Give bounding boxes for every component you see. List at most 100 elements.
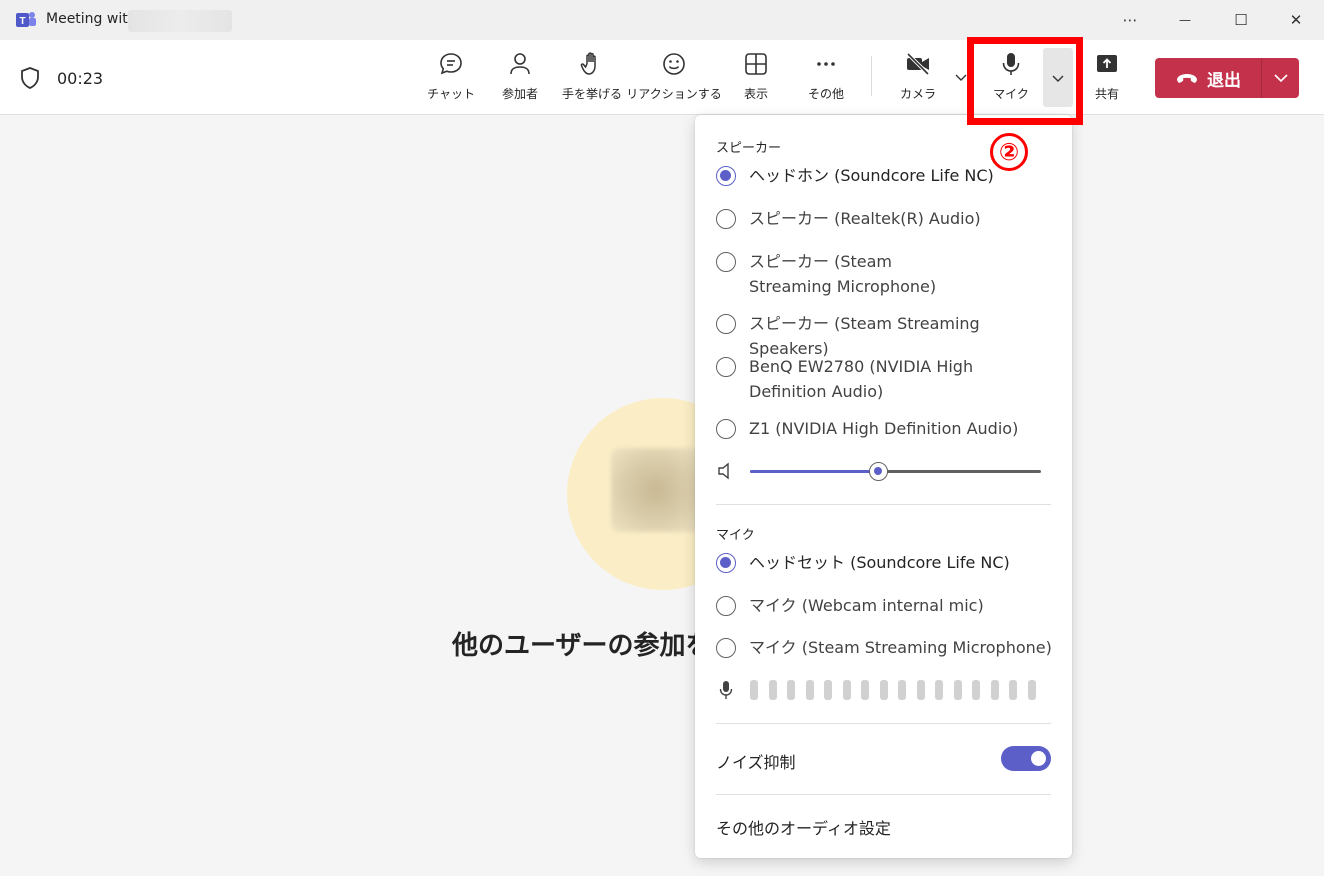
meter-bar [879,680,888,700]
radio-icon [716,638,736,658]
meter-bar [935,680,943,700]
mic-highlight-annotation [967,37,1083,125]
close-button[interactable]: ✕ [1273,0,1319,40]
more-options-button[interactable]: ⋯ [1107,0,1153,40]
meter-bar [750,680,758,700]
chat-icon [440,53,462,75]
mic-option-label: マイク (Steam Streaming Microphone) [749,638,1052,657]
window-title: Meeting with [46,11,137,27]
mic-option[interactable]: マイク (Steam Streaming Microphone) [716,638,1056,660]
chevron-down-icon [1273,74,1288,83]
share-button[interactable]: 共有 [1086,50,1128,110]
device-settings-panel: スピーカー ヘッドホン (Soundcore Life NC) スピーカー (R… [695,115,1072,858]
speaker-option-label: Z1 (NVIDIA High Definition Audio) [749,419,1019,438]
call-timer: 00:23 [57,69,104,88]
svg-text:T: T [19,16,25,27]
more-button[interactable]: その他 [805,50,847,110]
radio-icon [716,209,736,229]
meter-bar [768,680,777,700]
radio-icon [716,314,736,334]
radio-selected-icon [716,553,736,573]
speaker-volume-icon [718,462,729,480]
camera-off-icon [906,52,930,76]
close-icon: ✕ [1289,11,1303,29]
raise-hand-label: 手を挙げる [561,87,622,101]
hang-up-icon [1177,74,1197,83]
meeting-toolbar: 00:23 チャット 参加者 手を挙げる リアクションする 表示 その他 カメラ… [0,40,1324,115]
share-label: 共有 [1094,87,1119,101]
radio-icon [716,419,736,439]
noise-suppression-toggle[interactable] [1001,746,1051,771]
raise-hand-button[interactable]: 手を挙げる [561,50,623,110]
meter-bar [953,680,962,700]
reactions-button[interactable]: リアクションする [626,50,722,110]
speaker-option[interactable]: スピーカー (Steam Streaming Microphone) [716,252,976,299]
minimize-button[interactable]: — [1162,0,1208,40]
mic-option-label: ヘッドセット (Soundcore Life NC) [749,553,1010,572]
leave-button-group: 退出 [1155,58,1299,98]
mic-section-title: マイク [716,528,755,543]
waiting-message: 他のユーザーの参加を [452,631,712,661]
meter-bar [1027,680,1036,700]
teams-logo-icon: T [16,12,36,27]
speaker-option[interactable]: BenQ EW2780 (NVIDIA High Definition Audi… [716,357,986,404]
hand-icon [580,52,596,75]
share-screen-icon [1097,55,1117,72]
participants-button[interactable]: 参加者 [499,50,541,110]
minimize-icon: — [1179,13,1191,27]
meter-bar [842,680,851,700]
leave-options-button[interactable] [1262,69,1299,87]
shield-icon [21,67,39,89]
meter-bar [916,680,925,700]
speaker-volume-slider[interactable] [750,462,1041,481]
view-button[interactable]: 表示 [735,50,777,110]
camera-label: カメラ [899,87,936,101]
title-bar: T Meeting with ⋯ — ☐ ✕ [0,0,1324,40]
radio-icon [716,357,736,377]
ellipsis-icon [817,62,835,66]
camera-button[interactable]: カメラ [897,50,939,110]
section-divider [716,504,1051,505]
chat-button[interactable]: チャット [427,50,475,110]
view-label: 表示 [743,87,768,101]
maximize-icon: ☐ [1234,11,1248,29]
smiley-icon [663,53,685,75]
meter-bar [787,680,795,700]
meter-bar [1009,680,1017,700]
slider-fill [750,470,879,473]
more-label: その他 [807,87,844,101]
speaker-option-label: スピーカー (Steam Streaming Microphone) [749,252,937,296]
section-divider [716,723,1051,724]
mic-option[interactable]: ヘッドセット (Soundcore Life NC) [716,553,1056,575]
grid-view-icon [745,53,767,75]
toolbar-separator [871,56,872,96]
person-icon [510,53,530,75]
more-audio-settings-link[interactable]: その他のオーディオ設定 [716,815,891,839]
participants-label: 参加者 [501,87,538,101]
section-divider [716,794,1051,795]
chat-label: チャット [427,87,475,101]
speaker-option[interactable]: スピーカー (Realtek(R) Audio) [716,209,1056,231]
reactions-label: リアクションする [626,87,722,101]
slider-thumb[interactable] [869,462,889,481]
meter-bar [824,680,832,700]
maximize-button[interactable]: ☐ [1218,0,1264,40]
leave-button[interactable]: 退出 [1155,58,1261,98]
mic-level-meter [750,680,1036,700]
speaker-option-label: BenQ EW2780 (NVIDIA High Definition Audi… [749,357,974,401]
meter-bar [861,680,869,700]
microphone-level-icon [719,681,733,699]
mic-option[interactable]: マイク (Webcam internal mic) [716,596,1056,618]
speaker-option-label: スピーカー (Realtek(R) Audio) [749,209,981,228]
avatar [611,448,701,532]
speaker-section-title: スピーカー [716,141,782,156]
speaker-option[interactable]: Z1 (NVIDIA High Definition Audio) [716,419,1056,441]
redacted-name [128,10,232,32]
radio-icon [716,252,736,272]
radio-selected-icon [716,166,736,186]
mic-option-label: マイク (Webcam internal mic) [749,596,984,615]
noise-suppression-label: ノイズ抑制 [716,753,796,772]
meter-bar [972,680,980,700]
radio-icon [716,596,736,616]
meter-bar [990,680,999,700]
